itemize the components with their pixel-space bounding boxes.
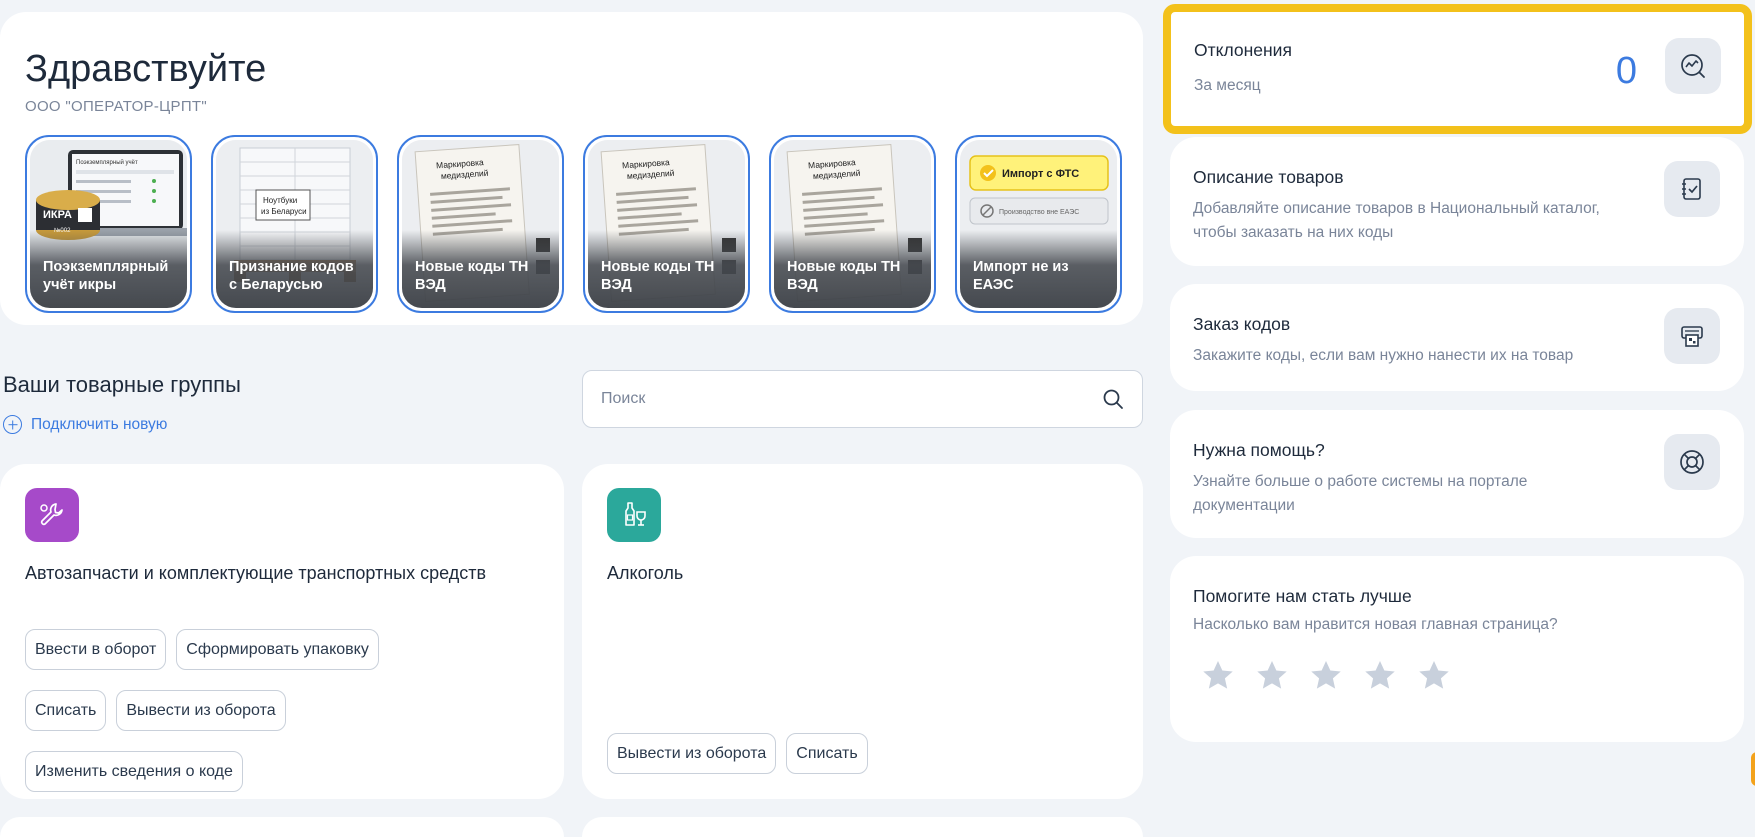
group-name: Алкоголь (607, 563, 684, 583)
group-card-alcohol[interactable]: Алкоголь Вывести из оборота Списать (582, 464, 1143, 799)
story-label: Новые коды ТН ВЭД (415, 259, 529, 293)
star-icon[interactable] (1254, 658, 1290, 694)
connect-new-group-link[interactable]: Подключить новую (3, 415, 167, 434)
group-name: Автозапчасти и комплектующие транспортны… (25, 563, 487, 583)
feedback-question: Насколько вам нравится новая главная стр… (1193, 616, 1558, 633)
deviations-period: За месяц (1194, 77, 1261, 94)
star-icon[interactable] (1308, 658, 1344, 694)
group-card-autoparts[interactable]: Автозапчасти и комплектующие транспортны… (0, 464, 564, 799)
action-form-package-button[interactable]: Сформировать упаковку (176, 629, 379, 670)
star-icon[interactable] (1200, 658, 1236, 694)
autoparts-badge (25, 488, 79, 542)
alcohol-badge (607, 488, 661, 542)
goods-description-card[interactable]: Описание товаров Добавляйте описание тов… (1170, 137, 1744, 266)
organization-name: ООО "ОПЕРАТОР-ЦРПТ" (25, 98, 208, 115)
group-card-peek (582, 817, 1143, 837)
orders-title: Заказ кодов (1193, 314, 1291, 334)
order-codes-card[interactable]: Заказ кодов Закажите коды, если вам нужн… (1170, 284, 1744, 391)
rating-stars (1200, 658, 1452, 694)
star-icon[interactable] (1362, 658, 1398, 694)
deviations-button[interactable] (1665, 38, 1721, 94)
help-card[interactable]: Нужна помощь? Узнайте больше о работе си… (1170, 410, 1744, 538)
help-text: Узнайте больше о работе системы на порта… (1193, 473, 1528, 514)
story-belarus-codes[interactable]: Ноутбуки из Беларуси Признание кодов с Б… (211, 135, 378, 313)
group-card-peek (0, 817, 564, 837)
art-text: Импорт с ФТС (1002, 168, 1079, 180)
wrench-icon (40, 503, 63, 526)
description-title: Описание товаров (1193, 167, 1344, 187)
search-input[interactable] (601, 390, 1102, 408)
feedback-card: Помогите нам стать лучше Насколько вам н… (1170, 556, 1744, 742)
story-label: Новые коды ТН ВЭД (601, 259, 715, 293)
story-label: Поэкземплярный учёт икры (43, 259, 169, 293)
art-text: Поэкземплярный учёт (76, 159, 138, 166)
story-new-codes-2[interactable]: Маркировка медизделий Новые коды ТН ВЭД (583, 135, 750, 313)
groups-search-box[interactable] (582, 370, 1143, 428)
deviations-title: Отклонения (1194, 40, 1292, 60)
connect-new-label: Подключить новую (31, 415, 168, 433)
printer-code-icon (1681, 326, 1703, 347)
action-introduce-button[interactable]: Ввести в оборот (25, 629, 167, 670)
art-text: Ноутбуки (263, 196, 297, 205)
orders-button[interactable] (1664, 308, 1720, 364)
orders-text: Закажите коды, если вам нужно нанести их… (1193, 347, 1574, 364)
description-button[interactable] (1664, 161, 1720, 217)
story-new-codes-1[interactable]: Маркировка медизделий Новые коды ТН ВЭД (397, 135, 564, 313)
story-import[interactable]: Импорт с ФТС Производство вне ЕАЭС Импор… (955, 135, 1122, 313)
bottle-glass-icon (625, 502, 646, 526)
star-icon[interactable] (1416, 658, 1452, 694)
greeting-card: Здравствуйте ООО "ОПЕРАТОР-ЦРПТ" Поэкзем… (0, 12, 1143, 325)
groups-section-title: Ваши товарные группы (3, 372, 241, 397)
help-button[interactable] (1664, 434, 1720, 490)
greeting-title: Здравствуйте (25, 48, 267, 90)
catalog-check-icon (1682, 178, 1701, 200)
stories-strip: Поэкземплярный учёт ИКРА №002 Поэкземпля… (25, 135, 1122, 313)
description-text: Добавляйте описание товаров в Национальн… (1193, 200, 1600, 241)
action-write-off-button[interactable]: Списать (25, 690, 107, 731)
deviations-count: 0 (1615, 50, 1637, 92)
help-title: Нужна помощь? (1193, 440, 1325, 460)
art-text: из Беларуси (261, 207, 307, 216)
plus-circle-icon (3, 415, 22, 434)
deviations-card[interactable]: Отклонения За месяц 0 (1163, 4, 1752, 134)
feedback-title: Помогите нам стать лучше (1193, 586, 1412, 606)
search-icon[interactable] (1102, 388, 1124, 410)
story-new-codes-3[interactable]: Маркировка медизделий Новые коды ТН ВЭД (769, 135, 936, 313)
action-withdraw-button[interactable]: Вывести из оборота (116, 690, 286, 731)
story-label: Новые коды ТН ВЭД (787, 259, 901, 293)
story-caviar[interactable]: Поэкземплярный учёт ИКРА №002 Поэкземпля… (25, 135, 192, 313)
art-text: Производство вне ЕАЭС (999, 209, 1079, 216)
action-withdraw-button[interactable]: Вывести из оборота (607, 733, 777, 774)
story-label: Признание кодов с Беларусью (229, 259, 354, 293)
lifebuoy-icon (1680, 450, 1704, 474)
group-actions: Вывести из оборота Списать (607, 733, 868, 774)
chat-widget-edge[interactable] (1751, 752, 1755, 786)
action-change-code-info-button[interactable]: Изменить сведения о коде (25, 751, 243, 792)
art-text: ИКРА (43, 209, 72, 221)
chart-search-icon (1681, 54, 1705, 78)
group-actions: Ввести в оборот Сформировать упаковку Сп… (25, 629, 525, 792)
action-write-off-button[interactable]: Списать (786, 733, 868, 774)
story-label: Импорт не из ЕАЭС (973, 259, 1069, 293)
